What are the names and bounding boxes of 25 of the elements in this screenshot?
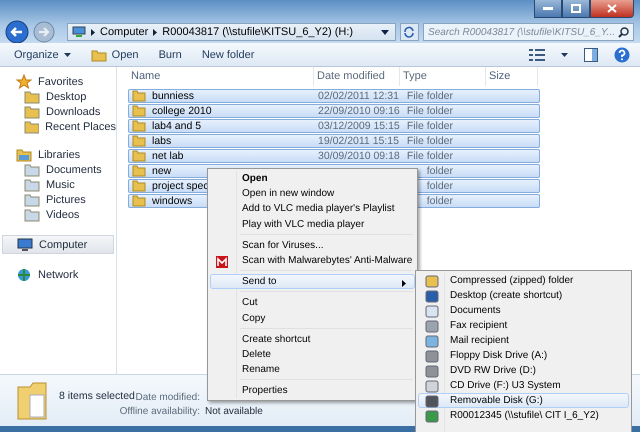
property-label: Offline availability: (120, 406, 200, 417)
table-cell: project spec (152, 180, 209, 192)
table-cell: 19/02/2011 15:15 (318, 135, 399, 147)
table-cell: 02/02/2011 12:31 (318, 90, 399, 102)
table-cell: File folder (406, 120, 453, 132)
table-cell: new (152, 165, 172, 177)
table-cell: 30/09/2010 09:18 (318, 150, 400, 162)
table-cell: File folder (406, 135, 453, 147)
table-cell: net lab (152, 150, 184, 162)
table-cell: bunniess (152, 90, 194, 102)
table-cell: 03/12/2009 15:15 (318, 120, 400, 132)
table-cell: labs (152, 135, 172, 147)
table-cell: folder (426, 195, 453, 207)
property-value: Not available (205, 406, 263, 417)
table-cell: folder (426, 165, 453, 177)
table-cell: windows (152, 195, 192, 207)
table-cell: college 2010 (152, 105, 212, 117)
table-cell: File folder (406, 105, 453, 117)
selection-count: 8 items selected (59, 390, 133, 403)
table-cell: File folder (406, 150, 453, 162)
table-cell: lab4 and 5 (152, 120, 202, 132)
property-label: Date modified: (136, 392, 200, 403)
table-cell: folder (426, 180, 453, 192)
table-cell: File folder (406, 90, 453, 102)
table-cell: 22/09/2010 09:16 (318, 105, 400, 117)
